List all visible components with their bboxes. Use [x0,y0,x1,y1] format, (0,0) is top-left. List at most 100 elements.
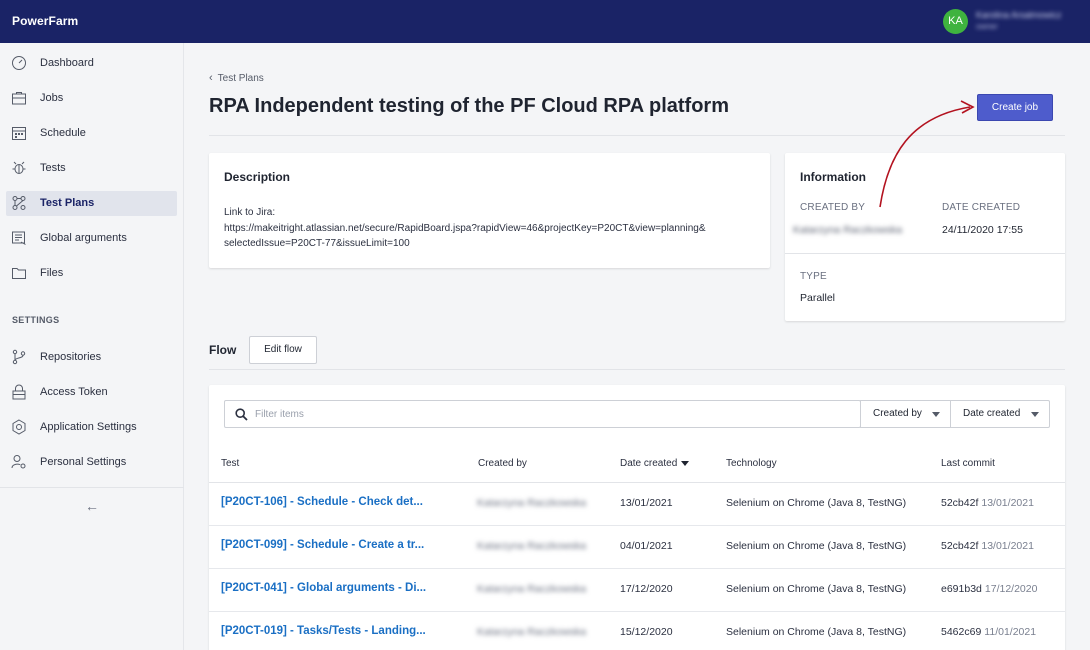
description-card: Description Link to Jira: https://makeit… [209,153,770,268]
collapse-sidebar-icon[interactable]: ← [82,498,102,514]
briefcase-icon [11,90,27,106]
divider [785,253,1065,254]
description-line: Link to Jira: [224,207,276,218]
breadcrumb-link[interactable]: Test Plans [218,73,264,84]
sidebar-item-label: Jobs [40,92,64,104]
technology-cell: Selenium on Chrome (Java 8, TestNG) [726,540,907,552]
commit-cell: e691b3d 17/12/2020 [941,583,1037,595]
sidebar-item-files[interactable]: Files [6,261,177,286]
column-header-created-by[interactable]: Created by [478,458,527,469]
search-icon [235,408,248,421]
sidebar-item-dashboard[interactable]: Dashboard [6,51,177,76]
sidebar-item-tests[interactable]: Tests [6,156,177,181]
edit-flow-button[interactable]: Edit flow [249,336,317,364]
sidebar: Dashboard Jobs Schedule Tests Test Plans… [0,43,184,650]
commit-cell: 52cb42f 13/01/2021 [941,540,1034,552]
type-value: Parallel [800,292,836,304]
information-card: Information CREATED BY Katarzyna Raczkow… [785,153,1065,321]
caret-down-icon [932,412,940,417]
description-line: https://makeitright.atlassian.net/secure… [224,222,706,234]
date-created-label: DATE CREATED [942,202,1021,213]
table-row[interactable]: [P20CT-041] - Global arguments - Di... K… [209,569,1065,612]
table-row[interactable]: [P20CT-106] - Schedule - Check det... Ka… [209,483,1065,526]
flow-table-card: Created by Date created Test Created by … [209,385,1065,650]
table-row[interactable]: [P20CT-019] - Tasks/Tests - Landing... K… [209,612,1065,650]
sidebar-item-repositories[interactable]: Repositories [6,345,177,370]
technology-cell: Selenium on Chrome (Java 8, TestNG) [726,626,907,638]
list-icon [11,230,27,246]
test-link[interactable]: [P20CT-106] - Schedule - Check det... [221,496,423,508]
sidebar-item-global-arguments[interactable]: Global arguments [6,226,177,251]
date-cell: 04/01/2021 [620,540,673,552]
technology-cell: Selenium on Chrome (Java 8, TestNG) [726,583,907,595]
gear-icon [11,419,27,435]
commit-cell: 52cb42f 13/01/2021 [941,497,1034,509]
commit-cell: 5462c69 11/01/2021 [941,626,1036,638]
sidebar-item-jobs[interactable]: Jobs [6,86,177,111]
test-link[interactable]: [P20CT-019] - Tasks/Tests - Landing... [221,625,426,637]
date-created-dropdown[interactable]: Date created [950,400,1050,428]
table-row[interactable]: [P20CT-099] - Schedule - Create a tr... … [209,526,1065,569]
sidebar-item-label: Dashboard [40,57,94,69]
sidebar-item-label: Tests [40,162,66,174]
avatar[interactable]: KA [943,9,968,34]
date-created-value: 24/11/2020 17:55 [942,224,1023,236]
sidebar-item-label: Personal Settings [40,456,127,468]
test-link[interactable]: [P20CT-099] - Schedule - Create a tr... [221,539,424,551]
date-cell: 15/12/2020 [620,626,673,638]
description-text: Link to Jira: https://makeitright.atlass… [224,205,764,252]
filter-box[interactable] [224,400,861,428]
top-bar: PowerFarm KA Karolina Arsalmowicz owner [0,0,1090,43]
date-cell: 17/12/2020 [620,583,673,595]
sidebar-item-label: Global arguments [40,232,127,244]
creator-cell: Katarzyna Raczkowska [477,583,587,595]
technology-cell: Selenium on Chrome (Java 8, TestNG) [726,497,907,509]
column-header-technology[interactable]: Technology [726,458,777,469]
sidebar-item-label: Access Token [40,386,108,398]
bug-icon [11,160,27,176]
flow-icon [11,195,27,211]
column-header-label: Date created [620,458,678,469]
date-cell: 13/01/2021 [620,497,673,509]
breadcrumb[interactable]: ‹ Test Plans [209,72,264,84]
sidebar-item-label: Schedule [40,127,86,139]
commit-date: 13/01/2021 [981,497,1034,509]
filter-input[interactable] [255,405,845,423]
information-title: Information [800,170,866,184]
commit-hash: 52cb42f [941,497,979,509]
sidebar-item-personal-settings[interactable]: Personal Settings [6,450,177,475]
sidebar-item-label: Repositories [40,351,102,363]
user-role: owner [976,22,998,31]
created-by-dropdown[interactable]: Created by [860,400,951,428]
column-header-last-commit[interactable]: Last commit [941,458,995,469]
create-job-button[interactable]: Create job [977,94,1053,121]
sidebar-item-access-token[interactable]: Access Token [6,380,177,405]
column-header-date-created[interactable]: Date created [620,458,690,469]
sidebar-item-test-plans[interactable]: Test Plans [6,191,177,216]
caret-down-icon [1031,412,1039,417]
dashboard-icon [11,55,27,71]
description-title: Description [224,170,291,184]
user-settings-icon [11,454,27,470]
creator-cell: Katarzyna Raczkowska [477,540,587,552]
branch-icon [11,349,27,365]
dropdown-label: Created by [873,408,922,419]
sidebar-item-label: Application Settings [40,421,137,433]
sidebar-item-label: Files [40,267,64,279]
dropdown-label: Date created [963,408,1021,419]
test-link[interactable]: [P20CT-041] - Global arguments - Di... [221,582,426,594]
created-by-value: Katarzyna Raczkowska [793,224,903,236]
chevron-left-icon: ‹ [209,72,213,84]
user-name[interactable]: Karolina Arsalmowicz [976,10,1086,20]
commit-date: 11/01/2021 [984,626,1037,638]
commit-date: 17/12/2020 [984,583,1038,595]
divider [209,135,1065,136]
sidebar-item-application-settings[interactable]: Application Settings [6,415,177,440]
creator-cell: Katarzyna Raczkowska [477,497,587,509]
lock-icon [11,384,27,400]
sidebar-item-schedule[interactable]: Schedule [6,121,177,146]
folder-icon [11,265,27,281]
column-header-test[interactable]: Test [221,458,239,469]
sidebar-divider [0,487,184,488]
brand-logo[interactable]: PowerFarm [12,14,78,28]
